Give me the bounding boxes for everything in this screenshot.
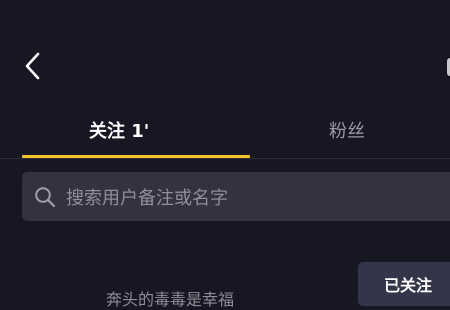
list-item[interactable]: 奔头的毒毒是幸福 已关注 [0,262,450,309]
search-input[interactable]: 搜索用户备注或名字 [22,172,450,221]
followed-button[interactable]: 已关注 [358,262,450,306]
search-placeholder: 搜索用户备注或名字 [66,187,228,209]
tab-fans[interactable]: 粉丝 [329,118,365,146]
back-button[interactable] [16,50,50,86]
search-icon [34,186,56,208]
chevron-left-icon [23,51,43,85]
tab-bar: 关注 1' 粉丝 [0,108,450,159]
user-name: 奔头的毒毒是幸福 [106,290,235,309]
tab-active-indicator [22,155,250,158]
tab-following[interactable]: 关注 1' [89,118,149,146]
